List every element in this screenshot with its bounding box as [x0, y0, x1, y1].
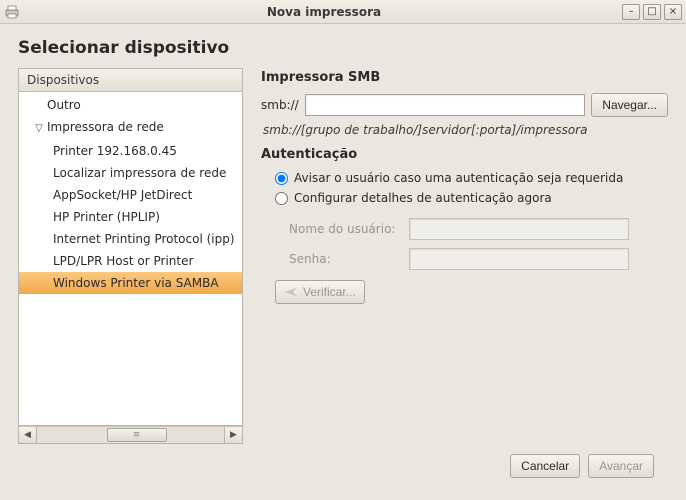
auth-now-label: Configurar detalhes de autenticação agor…	[294, 191, 552, 205]
window-title: Nova impressora	[26, 5, 622, 19]
auth-prompt-label: Avisar o usuário caso uma autenticação s…	[294, 171, 623, 185]
smb-section-title: Impressora SMB	[261, 70, 668, 85]
maximize-button[interactable]: □	[643, 4, 661, 20]
smb-prefix-label: smb://	[261, 98, 299, 112]
tree-item-hplip[interactable]: HP Printer (HPLIP)	[19, 206, 242, 228]
username-label: Nome do usuário:	[289, 222, 399, 236]
tree-item-find-network[interactable]: Localizar impressora de rede	[19, 162, 242, 184]
devices-tree[interactable]: Outro ▽Impressora de rede Printer 192.16…	[18, 92, 243, 426]
new-printer-window: Nova impressora – □ × Selecionar disposi…	[0, 0, 686, 500]
smb-hint: smb://[grupo de trabalho/]servidor[:port…	[263, 123, 668, 137]
cancel-button[interactable]: Cancelar	[510, 454, 580, 478]
smb-url-input[interactable]	[305, 94, 586, 116]
printer-icon	[4, 4, 20, 20]
username-input	[409, 218, 629, 240]
minimize-button[interactable]: –	[622, 4, 640, 20]
send-icon	[284, 286, 298, 298]
dialog-footer: Cancelar Avançar	[18, 444, 668, 490]
tree-item-appsocket[interactable]: AppSocket/HP JetDirect	[19, 184, 242, 206]
verify-button: Verificar...	[275, 280, 365, 304]
password-input	[409, 248, 629, 270]
smb-config-panel: Impressora SMB smb:// Navegar... smb://[…	[261, 68, 668, 444]
chevron-down-icon[interactable]: ▽	[33, 120, 45, 138]
devices-panel: Dispositivos Outro ▽Impressora de rede P…	[18, 68, 243, 444]
forward-button: Avançar	[588, 454, 654, 478]
tree-item-other[interactable]: Outro	[19, 94, 242, 116]
scroll-right-icon[interactable]: ▶	[224, 427, 242, 443]
tree-item-samba[interactable]: Windows Printer via SAMBA	[19, 272, 242, 294]
close-button[interactable]: ×	[664, 4, 682, 20]
scroll-track[interactable]	[37, 427, 224, 443]
tree-item-printer-ip[interactable]: Printer 192.168.0.45	[19, 140, 242, 162]
devices-hscrollbar[interactable]: ◀ ▶	[18, 426, 243, 444]
titlebar: Nova impressora – □ ×	[0, 0, 686, 24]
page-title: Selecionar dispositivo	[18, 38, 668, 58]
tree-item-network-printer[interactable]: ▽Impressora de rede	[19, 116, 242, 140]
scroll-thumb[interactable]	[107, 428, 167, 442]
auth-prompt-radio[interactable]	[275, 172, 288, 185]
tree-item-lpd[interactable]: LPD/LPR Host or Printer	[19, 250, 242, 272]
auth-section-title: Autenticação	[261, 147, 668, 162]
password-label: Senha:	[289, 252, 399, 266]
auth-now-radio[interactable]	[275, 192, 288, 205]
scroll-left-icon[interactable]: ◀	[19, 427, 37, 443]
tree-item-ipp[interactable]: Internet Printing Protocol (ipp)	[19, 228, 242, 250]
devices-header: Dispositivos	[18, 68, 243, 92]
window-controls: – □ ×	[622, 4, 682, 20]
browse-button[interactable]: Navegar...	[591, 93, 668, 117]
